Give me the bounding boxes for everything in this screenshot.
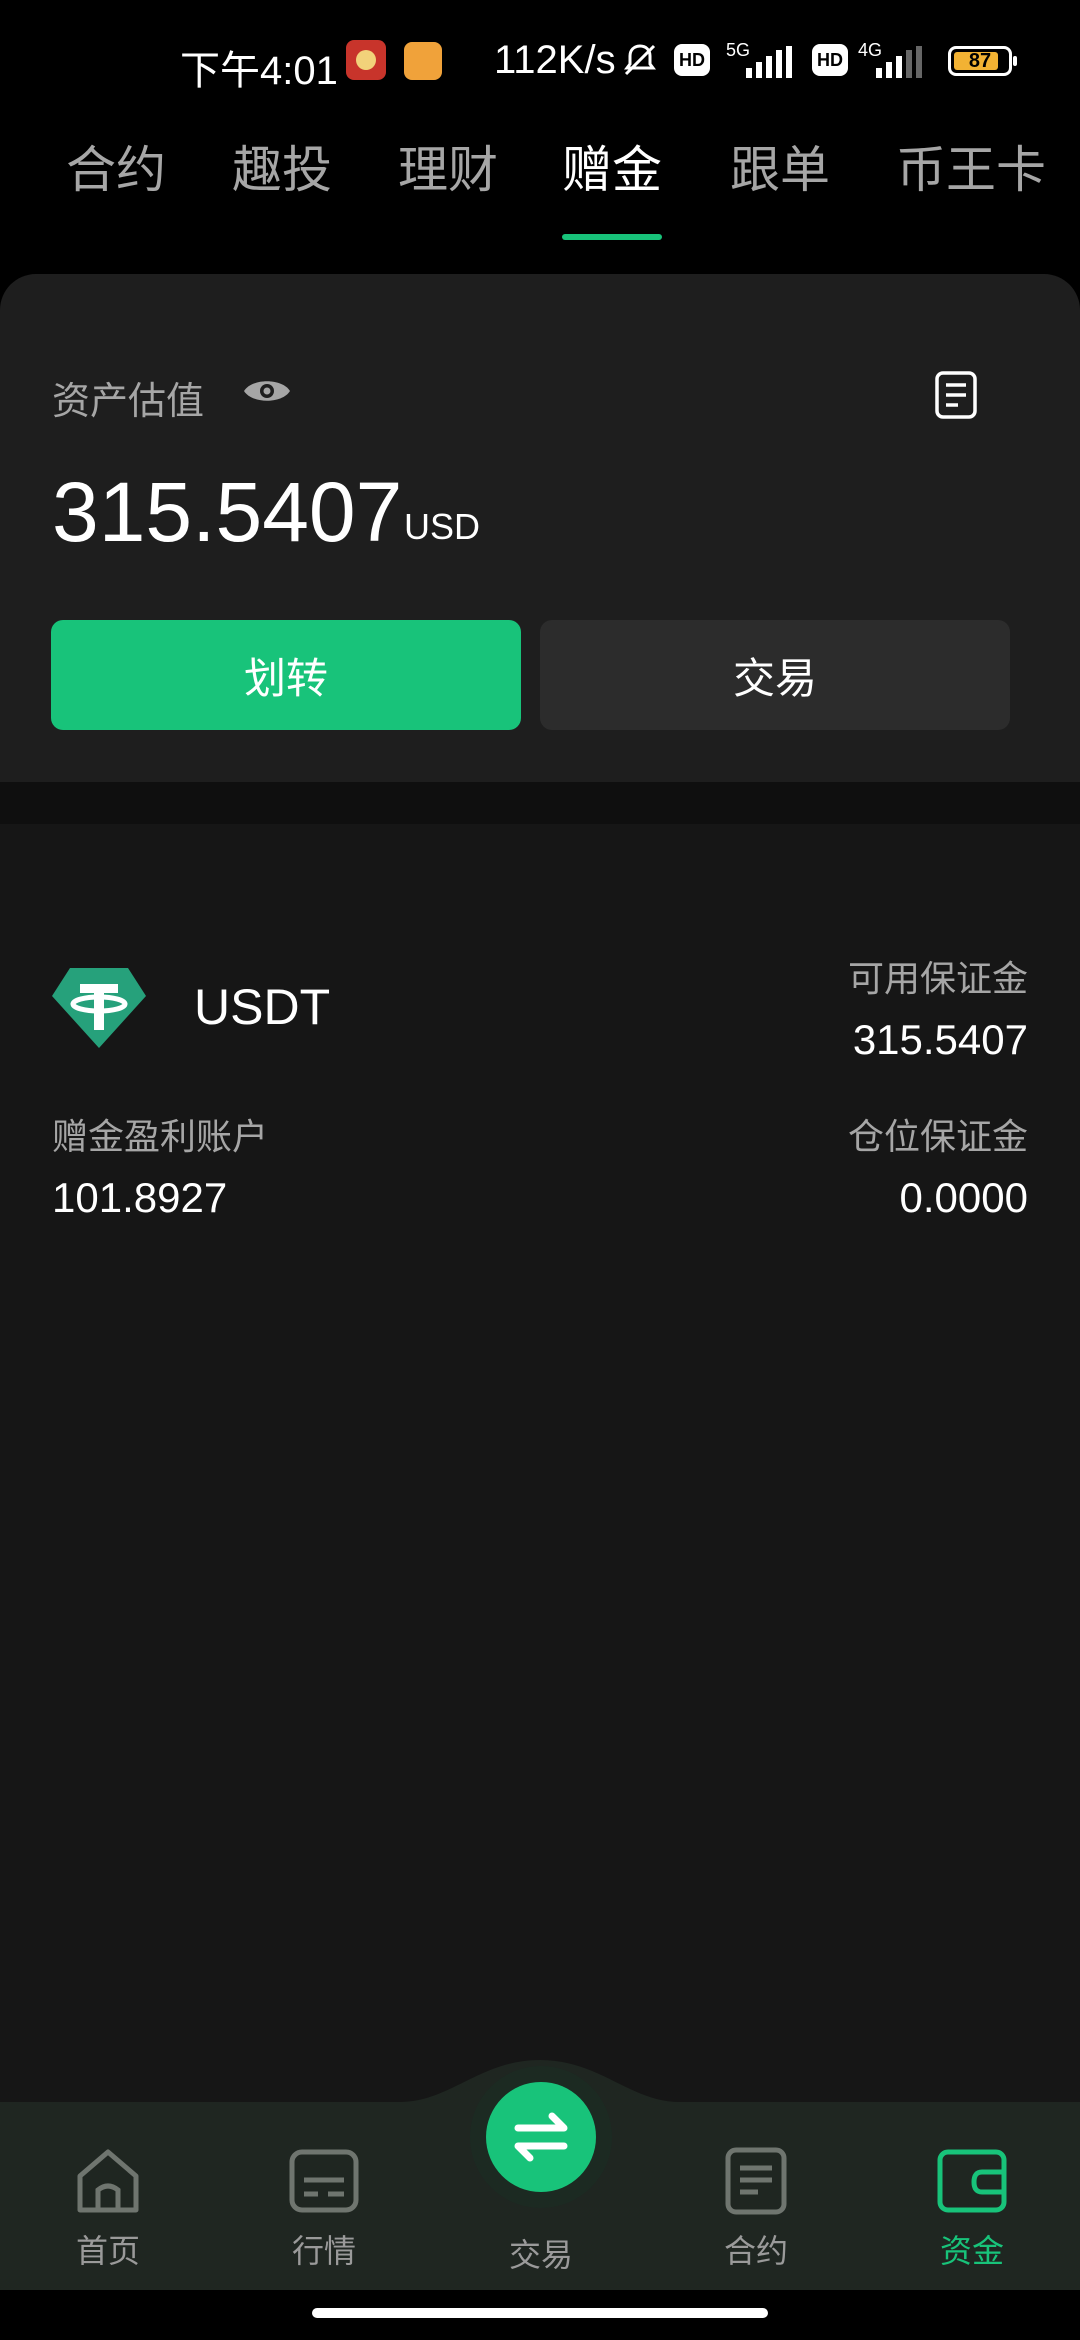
- mute-bell-icon: [624, 44, 656, 76]
- top-tabs: 合约 趣投 理财 赠金 跟单 币王卡: [0, 130, 1080, 240]
- available-margin-value: 315.5407: [852, 1016, 1028, 1063]
- battery-level: 87: [968, 50, 992, 72]
- trade-button[interactable]: 交易: [540, 620, 1010, 730]
- signal-icon: [876, 46, 922, 78]
- market-icon: [289, 2149, 359, 2213]
- nav-trade-label: 交易: [508, 2237, 573, 2273]
- asset-card: 资产估值 315.5407 USD 划转 交易: [0, 274, 1080, 782]
- account-panel: USDT 可用保证金 315.5407 赠金盈利账户 101.8927 仓位保证…: [0, 824, 1080, 2108]
- nav-home-label: 首页: [75, 2233, 140, 2269]
- contract-icon: [725, 2147, 787, 2215]
- tab-fun-invest[interactable]: 趣投: [232, 130, 332, 240]
- nav-market[interactable]: 行情: [254, 2146, 394, 2272]
- status-time: 下午4:01: [180, 49, 338, 93]
- bonus-profit-value: 101.8927: [52, 1174, 228, 1221]
- tab-copy-trade[interactable]: 跟单: [730, 130, 830, 240]
- signal-icon: [746, 46, 792, 78]
- transfer-button[interactable]: 划转: [51, 620, 521, 730]
- nav-funds-label: 资金: [939, 2233, 1004, 2269]
- app-notification-icon: [404, 42, 442, 80]
- available-margin-label: 可用保证金: [847, 958, 1028, 999]
- swap-icon: [514, 2112, 568, 2162]
- tab-finance[interactable]: 理财: [398, 130, 498, 240]
- battery-icon: 87: [948, 46, 1017, 76]
- tab-bonus[interactable]: 赠金: [562, 130, 662, 240]
- hd-badge: HD: [812, 44, 848, 76]
- nav-market-label: 行情: [291, 2233, 356, 2269]
- nav-home[interactable]: 首页: [38, 2146, 178, 2272]
- hd-badge: HD: [674, 44, 710, 76]
- section-divider: [0, 782, 1080, 824]
- status-bar: 下午4:01 112K/s HD 5G HD 4G 87: [0, 0, 1080, 120]
- tab-coin-king-card[interactable]: 币王卡: [896, 130, 1046, 240]
- nav-trade[interactable]: [486, 2082, 596, 2192]
- asset-unit: USD: [404, 506, 481, 547]
- position-margin-value: 0.0000: [899, 1174, 1028, 1221]
- tab-contract[interactable]: 合约: [66, 130, 166, 240]
- wallet-icon: [937, 2149, 1007, 2213]
- nav-contract[interactable]: 合约: [686, 2146, 826, 2272]
- network-speed: 112K/s: [494, 38, 616, 82]
- nav-funds[interactable]: 资金: [902, 2146, 1042, 2272]
- home-icon: [77, 2149, 139, 2213]
- app-notification-icon: [346, 40, 386, 80]
- nav-contract-label: 合约: [723, 2233, 788, 2269]
- active-tab-indicator: [562, 234, 662, 240]
- home-indicator[interactable]: [312, 2308, 768, 2318]
- usdt-logo-icon: [52, 968, 146, 1048]
- bottom-nav: 首页 行情 交易 合约 资金: [0, 2060, 1080, 2290]
- asset-label: 资产估值: [52, 381, 205, 423]
- asset-amount: 315.5407: [52, 465, 403, 559]
- eye-icon[interactable]: [242, 374, 292, 408]
- record-icon[interactable]: [934, 370, 978, 420]
- coin-name: USDT: [194, 979, 331, 1035]
- position-margin-label: 仓位保证金: [847, 1116, 1028, 1157]
- bonus-profit-label: 赠金盈利账户: [52, 1116, 269, 1157]
